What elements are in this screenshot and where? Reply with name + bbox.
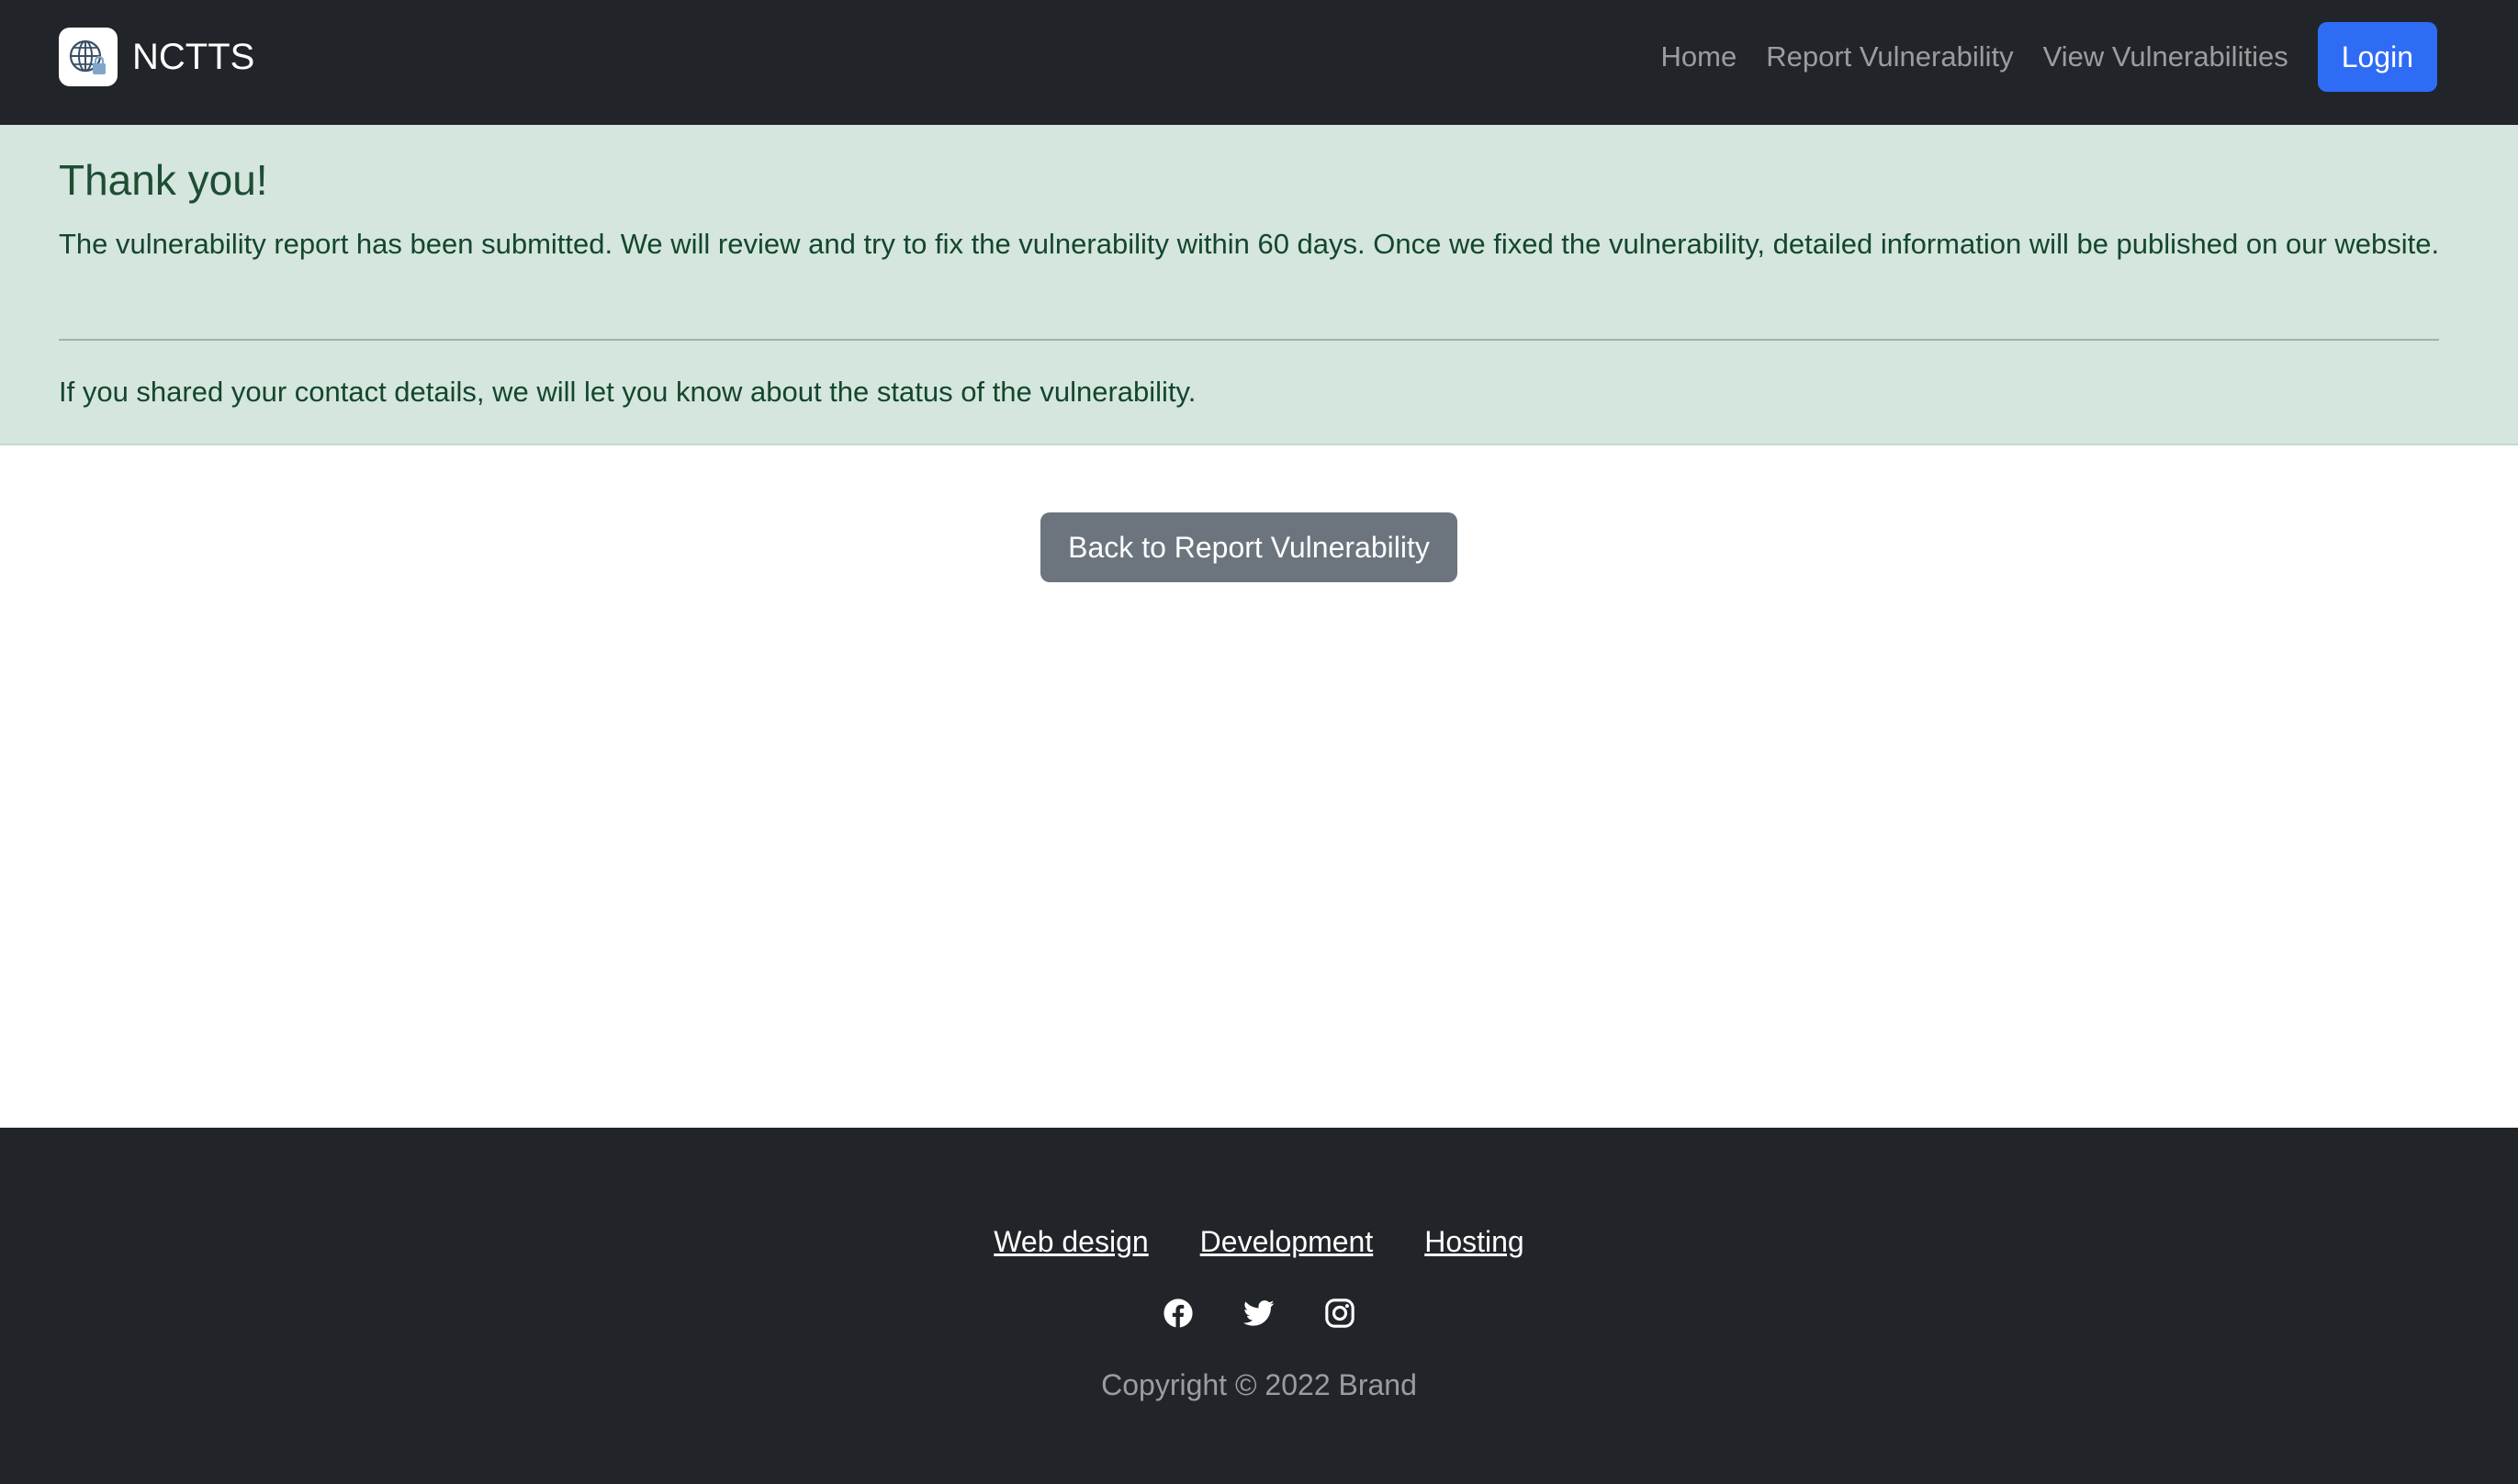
globe-lock-logo-icon [59,28,118,86]
twitter-icon[interactable] [1242,1297,1276,1330]
nav-links: Home Report Vulnerability View Vulnerabi… [1647,22,2437,92]
back-to-report-button[interactable]: Back to Report Vulnerability [1040,512,1457,582]
footer: Web design Development Hosting Copyright… [0,1128,2518,1484]
alert-contact-message: If you shared your contact details, we w… [59,376,1197,408]
instagram-icon[interactable] [1323,1297,1356,1330]
brand-name: NCTTS [132,37,255,77]
alert-heading: Thank you! [59,156,268,204]
footer-link-development[interactable]: Development [1200,1220,1374,1264]
brand-link[interactable]: NCTTS [59,28,254,86]
facebook-icon[interactable] [1162,1297,1195,1330]
nav-link-report-vulnerability[interactable]: Report Vulnerability [1751,22,2028,92]
nav-link-view-vulnerabilities[interactable]: View Vulnerabilities [2029,22,2303,92]
login-button[interactable]: Login [2317,22,2437,92]
alert-divider [59,339,2439,341]
social-links [0,1297,2518,1330]
copyright-text: Copyright © 2022 Brand [1101,1368,1417,1401]
alert-message: The vulnerability report has been submit… [59,228,2440,260]
navbar: NCTTS Home Report Vulnerability View Vul… [0,0,2518,125]
footer-link-hosting[interactable]: Hosting [1424,1220,1524,1264]
footer-links: Web design Development Hosting [0,1220,2518,1264]
success-alert: Thank you! The vulnerability report has … [0,125,2518,445]
footer-link-web-design[interactable]: Web design [994,1220,1148,1264]
nav-link-home[interactable]: Home [1647,22,1752,92]
